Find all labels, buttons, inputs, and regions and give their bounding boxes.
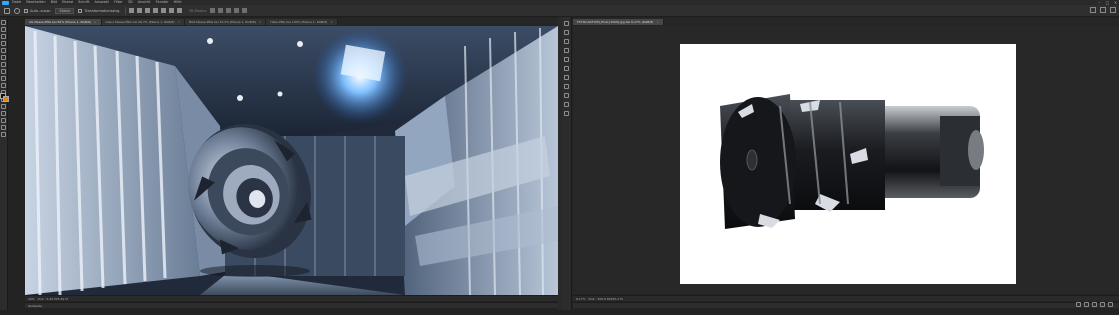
tab-ag-messe[interactable]: AG Messe.PNG bei 50% (Ebene 1, RGB/8) ×: [25, 19, 102, 25]
path-select-tool-icon[interactable]: [1, 111, 6, 116]
options-divider: [125, 6, 127, 15]
tab-bgs-messe[interactable]: BGS Messe.PNG bei 33,3% (Ebene 1, RGB/8)…: [185, 19, 267, 25]
layer-dropdown[interactable]: Ebene: [55, 7, 75, 14]
close-tab-icon[interactable]: ×: [259, 19, 262, 25]
lasso-tool-icon[interactable]: [564, 39, 569, 44]
eraser-tool-icon[interactable]: [564, 75, 569, 80]
move-tool-icon[interactable]: [14, 7, 20, 15]
marquee-tool-icon[interactable]: [564, 30, 569, 35]
timeline-label[interactable]: Zeitleiste: [28, 304, 42, 308]
close-tab-icon[interactable]: ×: [178, 19, 181, 25]
eraser-tool-icon[interactable]: [1, 83, 6, 88]
right-document-tabs: FX700-SATYCM_Final-[1500].jpg bei 6,17% …: [573, 18, 1119, 25]
3d-slide-icon[interactable]: [234, 8, 240, 13]
options-bar: Auto.-ausw.: Ebene Transformationsstrg. …: [0, 5, 1119, 17]
shape-tool-icon[interactable]: [1, 118, 6, 123]
3d-pan-icon[interactable]: [226, 8, 232, 13]
3d-roll-icon[interactable]: [218, 8, 224, 13]
tab-fx700[interactable]: FX700-SATYCM_Final-[1500].jpg bei 6,17% …: [573, 19, 664, 25]
crop-tool-icon[interactable]: [1, 48, 6, 53]
close-tab-icon[interactable]: ×: [94, 19, 97, 25]
right-status-bar: 6,17% Dok.: 306,6 M/635,2 M: [573, 295, 1119, 301]
tab-halle[interactable]: Halle.PNG bei 100% (Ebene 1, RGB/8) ×: [266, 19, 338, 25]
eyedropper-tool-icon[interactable]: [1, 55, 6, 60]
pen-tool-icon[interactable]: [564, 84, 569, 89]
crop-tool-icon[interactable]: [564, 48, 569, 53]
tools-panel: [0, 18, 9, 310]
align-center-icon[interactable]: [137, 8, 143, 13]
3d-scale-icon[interactable]: [242, 8, 248, 13]
left-document-tabs: AG Messe.PNG bei 50% (Ebene 1, RGB/8) × G…: [25, 18, 558, 25]
product-render-image: [680, 44, 1016, 284]
share-icon[interactable]: [1110, 7, 1116, 13]
stamp-tool-icon[interactable]: [564, 66, 569, 71]
right-doc-info[interactable]: Dok.: 306,6 M/635,2 M: [589, 297, 623, 301]
move-tool-icon[interactable]: [1, 20, 6, 25]
hall-render-image: [25, 26, 558, 295]
right-bottom-panel: [573, 302, 1119, 308]
fx-icon[interactable]: [1076, 302, 1081, 307]
3d-mode-label: 3D-Modus:: [188, 8, 208, 13]
more-options-icon[interactable]: [177, 8, 183, 13]
brush-tool-icon[interactable]: [1, 69, 6, 74]
mask-icon[interactable]: [1084, 302, 1089, 307]
new-layer-icon[interactable]: [1100, 302, 1105, 307]
app-logo-icon[interactable]: [2, 0, 9, 5]
quick-select-tool-icon[interactable]: [1, 41, 6, 46]
lasso-tool-icon[interactable]: [1, 34, 6, 39]
home-icon[interactable]: [4, 7, 10, 15]
brush-tool-icon[interactable]: [564, 57, 569, 62]
close-tab-icon[interactable]: ×: [656, 19, 659, 25]
transform-controls-label: Transformationsstrg.: [84, 8, 121, 13]
auto-select-checkbox[interactable]: [24, 8, 28, 13]
right-tools-panel: [562, 17, 572, 310]
right-zoom-level[interactable]: 6,17%: [576, 297, 586, 301]
left-zoom-level[interactable]: 49%: [28, 297, 35, 301]
3d-orbit-icon[interactable]: [210, 8, 216, 13]
marquee-tool-icon[interactable]: [1, 27, 6, 32]
align-bottom-icon[interactable]: [169, 8, 175, 13]
options-right-group: [1086, 7, 1116, 13]
healing-tool-icon[interactable]: [1, 62, 6, 67]
search-icon[interactable]: [1090, 7, 1096, 13]
align-right-icon[interactable]: [145, 8, 151, 13]
align-left-icon[interactable]: [129, 8, 135, 13]
timeline-panel: Zeitleiste: [25, 302, 558, 308]
trash-icon[interactable]: [1108, 302, 1113, 307]
hand-tool-icon[interactable]: [564, 102, 569, 107]
auto-select-label: Auto.-ausw.:: [30, 8, 52, 13]
close-tab-icon[interactable]: ×: [330, 19, 333, 25]
align-middle-icon[interactable]: [161, 8, 167, 13]
zoom-tool-icon[interactable]: [1, 132, 6, 137]
align-top-icon[interactable]: [153, 8, 159, 13]
background-color-swatch[interactable]: [3, 96, 9, 102]
workspace-icon[interactable]: [1100, 7, 1106, 13]
hand-tool-icon[interactable]: [1, 125, 6, 130]
type-tool-icon[interactable]: [1, 104, 6, 109]
type-tool-icon[interactable]: [564, 93, 569, 98]
zoom-tool-icon[interactable]: [564, 111, 569, 116]
move-tool-icon[interactable]: [564, 21, 569, 26]
tab-gleco-messe[interactable]: Gleco Messe.PNG bei 66,7% (Ebene 1, RGB/…: [101, 19, 186, 25]
left-canvas[interactable]: [25, 26, 558, 295]
stamp-tool-icon[interactable]: [1, 76, 6, 81]
transform-controls-checkbox[interactable]: [78, 8, 83, 13]
left-status-bar: 49% Dok.: 5,49 M/5,49 M: [25, 295, 558, 301]
left-doc-info[interactable]: Dok.: 5,49 M/5,49 M: [38, 297, 68, 301]
adjustment-icon[interactable]: [1092, 302, 1097, 307]
